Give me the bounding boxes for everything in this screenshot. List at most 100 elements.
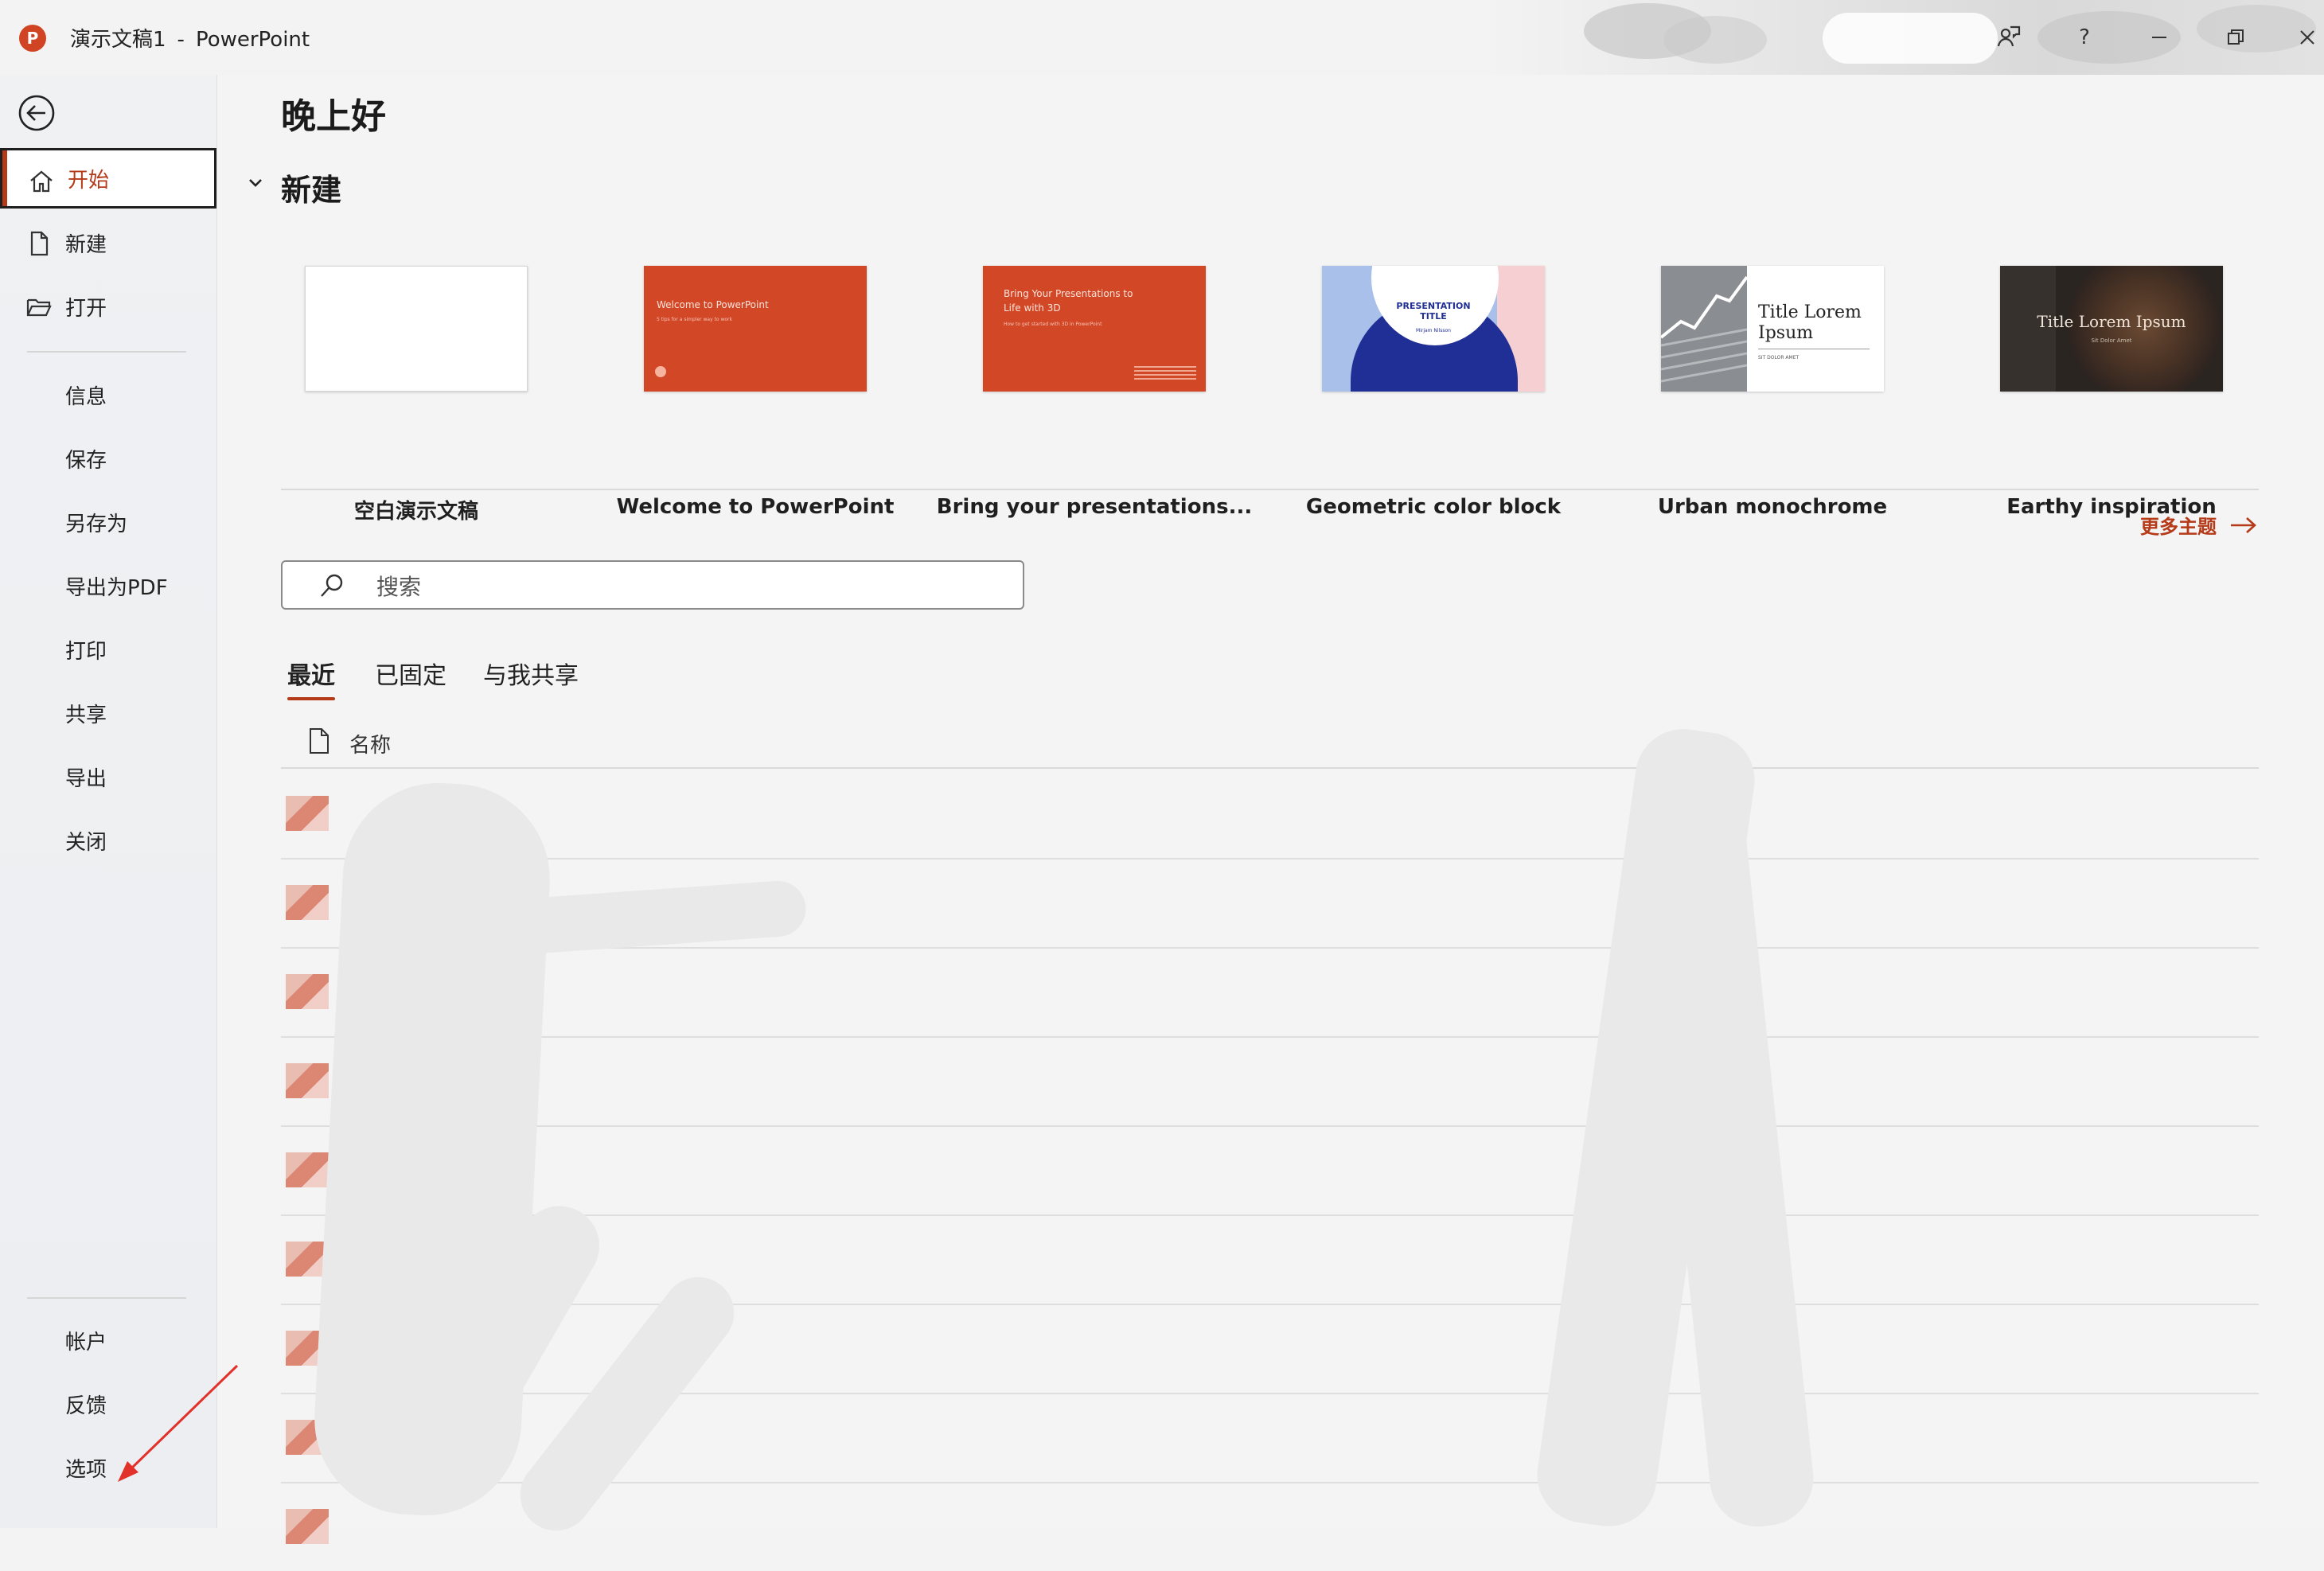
thumbnail-title: Title Lorem Ipsum [1758, 302, 1862, 343]
home-icon [28, 168, 55, 195]
template-geometric[interactable]: PRESENTATION TITLE Mirjam Nilsson Geomet… [1282, 266, 1561, 519]
nav-label: 反馈 [65, 1394, 107, 1418]
nav-item-options[interactable]: 选项 [0, 1437, 216, 1498]
nav-item-save-as[interactable]: 另存为 [0, 492, 216, 552]
nav-label: 打开 [65, 296, 107, 321]
template-thumbnail[interactable]: Title Lorem Ipsum Sit Dolor Amet [2000, 266, 2223, 392]
nav-label: 帐户 [65, 1330, 107, 1355]
back-arrow-icon[interactable] [18, 94, 56, 132]
titlebar-decoration [1663, 16, 1767, 64]
nav-label: 打印 [65, 639, 107, 664]
file-row[interactable] [281, 1036, 2259, 1127]
template-bring-3d[interactable]: Bring Your Presentations to Life with 3D… [937, 266, 1252, 519]
section-divider [281, 489, 2259, 490]
nav-item-open[interactable]: 打开 [0, 276, 216, 337]
nav-divider [27, 1297, 186, 1299]
nav-item-account[interactable]: 帐户 [0, 1310, 216, 1370]
nav-label: 关闭 [65, 830, 107, 855]
nav-label: 信息 [65, 384, 107, 409]
nav-item-new[interactable]: 新建 [0, 212, 216, 273]
pptx-file-icon [286, 974, 329, 1009]
template-name: Welcome to PowerPoint [616, 495, 895, 519]
tab-pinned[interactable]: 已固定 [375, 656, 446, 691]
template-earthy[interactable]: Title Lorem Ipsum Sit Dolor Amet Earthy … [1960, 266, 2231, 519]
thumbnail-subtitle: 5 tips for a simpler way to work [657, 317, 732, 322]
window-title: 演示文稿1- PowerPoint [70, 23, 310, 53]
more-themes-link[interactable]: 更多主题 [2140, 511, 2260, 539]
nav-label: 导出为PDF [65, 575, 168, 600]
name-column-header[interactable]: 名称 [349, 729, 391, 758]
pptx-file-icon [286, 885, 329, 920]
nav-item-export-pdf[interactable]: 导出为PDF [0, 556, 216, 616]
thumbnail-title: Bring Your Presentations to Life with 3D [1004, 288, 1133, 314]
help-icon[interactable]: ? [2063, 18, 2106, 57]
template-name: Geometric color block [1305, 495, 1562, 519]
file-row[interactable] [281, 1304, 2259, 1394]
nav-label: 选项 [65, 1457, 107, 1482]
nav-divider [27, 351, 186, 353]
nav-item-home[interactable]: 开始 [0, 148, 216, 209]
thumbnail-subtitle: Mirjam Nilsson [1416, 328, 1451, 333]
template-thumbnail[interactable] [305, 266, 528, 392]
template-name: Urban monochrome [1657, 495, 1888, 519]
template-name: Bring your presentations... [936, 495, 1253, 519]
title-bar: P 演示文稿1- PowerPoint ? [0, 0, 2324, 75]
template-thumbnail[interactable]: Title Lorem Ipsum SIT DOLOR AMET [1661, 266, 1884, 392]
thumbnail-title: Welcome to PowerPoint [657, 299, 769, 310]
thumbnail-subtitle: SIT DOLOR AMET [1758, 355, 1800, 361]
nav-label: 开始 [68, 168, 110, 193]
file-type-icon [310, 728, 329, 754]
file-row[interactable] [281, 1125, 2259, 1216]
app-name: PowerPoint [195, 28, 310, 52]
template-urban[interactable]: Title Lorem Ipsum SIT DOLOR AMET Urban m… [1621, 266, 1892, 519]
nav-item-info[interactable]: 信息 [0, 364, 216, 425]
template-thumbnail[interactable]: Welcome to PowerPoint 5 tips for a simpl… [644, 266, 867, 392]
thumbnail-decoration [1134, 366, 1196, 368]
template-blank[interactable]: 空白演示文稿 [265, 266, 536, 524]
file-row[interactable] [281, 769, 2259, 860]
nav-label: 共享 [65, 703, 107, 727]
template-welcome[interactable]: Welcome to PowerPoint 5 tips for a simpl… [604, 266, 894, 519]
nav-item-close[interactable]: 关闭 [0, 810, 216, 871]
thumbnail-title: Title Lorem Ipsum [2037, 312, 2186, 331]
template-thumbnail[interactable]: Bring Your Presentations to Life with 3D… [983, 266, 1206, 392]
powerpoint-logo-icon: P [19, 25, 46, 52]
nav-item-print[interactable]: 打印 [0, 619, 216, 680]
account-area[interactable] [1823, 13, 1998, 64]
thumbnail-subtitle: Sit Dolor Amet [2091, 337, 2132, 344]
template-name: 空白演示文稿 [353, 500, 478, 524]
greeting-heading: 晚上好 [281, 96, 386, 137]
chevron-down-icon[interactable] [246, 173, 265, 193]
file-row[interactable] [281, 947, 2259, 1038]
nav-item-feedback[interactable]: 反馈 [0, 1374, 216, 1434]
new-doc-icon [25, 230, 53, 257]
nav-label: 保存 [65, 448, 107, 473]
folder-icon [25, 294, 53, 321]
close-icon[interactable] [2286, 18, 2324, 57]
pptx-file-icon [286, 1152, 329, 1187]
nav-label: 新建 [65, 232, 107, 257]
pptx-file-icon [286, 1509, 329, 1544]
nav-label: 另存为 [65, 512, 128, 536]
arrow-right-icon [2231, 517, 2256, 533]
tab-shared-with-me[interactable]: 与我共享 [483, 656, 579, 691]
nav-item-share[interactable]: 共享 [0, 683, 216, 743]
pptx-file-icon [286, 1063, 329, 1098]
nav-item-export[interactable]: 导出 [0, 747, 216, 807]
search-icon [321, 574, 343, 597]
thumbnail-photo [1661, 266, 1747, 392]
more-themes-label: 更多主题 [2140, 516, 2217, 538]
thumbnail-subtitle: How to get started with 3D in PowerPoint [1004, 322, 1102, 327]
coauthor-icon[interactable] [1987, 18, 2030, 57]
nav-label: 导出 [65, 766, 107, 791]
minimize-icon[interactable] [2138, 18, 2181, 57]
restore-icon[interactable] [2214, 18, 2257, 57]
tab-recent[interactable]: 最近 [287, 656, 335, 700]
nav-item-save[interactable]: 保存 [0, 428, 216, 489]
thumbnail-title: PRESENTATION TITLE [1396, 301, 1471, 322]
document-name: 演示文稿1 [70, 28, 166, 52]
search-box[interactable] [281, 560, 1024, 610]
template-thumbnail[interactable]: PRESENTATION TITLE Mirjam Nilsson [1322, 266, 1545, 392]
pptx-file-icon [286, 796, 329, 831]
search-input[interactable] [375, 570, 999, 603]
